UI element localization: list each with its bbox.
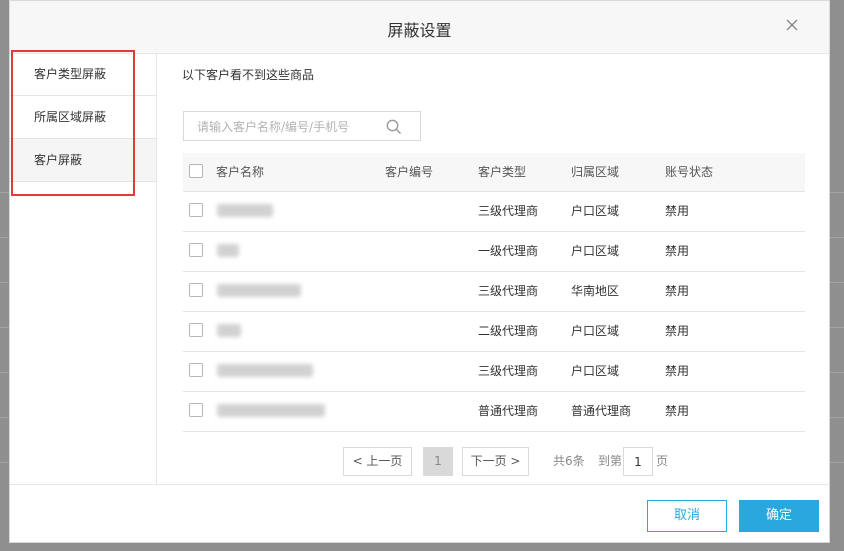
customer-region: 户口区域 <box>571 324 620 338</box>
blurred-customer-name <box>217 324 241 337</box>
customer-table: 客户名称 客户编号 客户类型 归属区域 账号状态 三级代理商 户口区域 禁用 一… <box>183 153 805 432</box>
account-status: 禁用 <box>665 284 690 298</box>
dialog-footer: 取消 确定 <box>10 484 829 543</box>
select-all-checkbox[interactable] <box>189 164 203 178</box>
close-icon[interactable] <box>785 18 799 32</box>
shield-settings-dialog: 屏蔽设置 客户类型屏蔽 所属区域屏蔽 客户屏蔽 以下客户看不到这些商品 客户名称… <box>9 0 830 543</box>
goto-label: 到第 <box>598 454 623 468</box>
table-row: 一级代理商 户口区域 禁用 <box>183 232 805 272</box>
page-unit-label: 页 <box>656 454 669 468</box>
search-input[interactable] <box>195 113 389 141</box>
row-checkbox[interactable] <box>189 363 203 377</box>
sidebar-item-region[interactable]: 所属区域屏蔽 <box>10 96 156 139</box>
account-status: 禁用 <box>665 204 690 218</box>
table-row: 三级代理商 华南地区 禁用 <box>183 272 805 312</box>
blurred-customer-name <box>217 364 313 377</box>
customer-type: 二级代理商 <box>478 324 539 338</box>
customer-region: 华南地区 <box>571 284 620 298</box>
table-row: 普通代理商 普通代理商 禁用 <box>183 392 805 432</box>
main-content: 以下客户看不到这些商品 客户名称 客户编号 客户类型 归属区域 账号状态 三级代… <box>182 53 807 484</box>
cancel-button[interactable]: 取消 <box>647 500 727 532</box>
total-count: 共6条 <box>553 454 585 468</box>
prev-page-button[interactable]: < 上一页 <box>343 447 412 476</box>
blurred-customer-name <box>217 244 239 257</box>
goto-page-input[interactable] <box>623 447 653 476</box>
column-header: 客户编号 <box>385 165 434 179</box>
table-header: 客户名称 客户编号 客户类型 归属区域 账号状态 <box>183 153 805 192</box>
table-row: 三级代理商 户口区域 禁用 <box>183 352 805 392</box>
customer-type: 普通代理商 <box>478 404 539 418</box>
sidebar-item-customer-type[interactable]: 客户类型屏蔽 <box>10 53 156 96</box>
column-header: 归属区域 <box>571 165 620 179</box>
customer-region: 普通代理商 <box>571 404 632 418</box>
sidebar: 客户类型屏蔽 所属区域屏蔽 客户屏蔽 <box>10 53 157 484</box>
row-checkbox[interactable] <box>189 243 203 257</box>
pagination: < 上一页 1 下一页 > 共6条 到第 页 <box>182 447 807 477</box>
customer-region: 户口区域 <box>571 204 620 218</box>
column-header: 账号状态 <box>665 165 714 179</box>
column-header: 客户类型 <box>478 165 527 179</box>
row-checkbox[interactable] <box>189 323 203 337</box>
search-box <box>183 111 421 141</box>
customer-type: 三级代理商 <box>478 204 539 218</box>
hint-text: 以下客户看不到这些商品 <box>182 68 315 82</box>
next-page-button[interactable]: 下一页 > <box>462 447 529 476</box>
sidebar-item-customer[interactable]: 客户屏蔽 <box>10 139 156 182</box>
page-number-button[interactable]: 1 <box>423 447 453 476</box>
table-row: 三级代理商 户口区域 禁用 <box>183 192 805 232</box>
row-checkbox[interactable] <box>189 203 203 217</box>
row-checkbox[interactable] <box>189 283 203 297</box>
account-status: 禁用 <box>665 404 690 418</box>
row-checkbox[interactable] <box>189 403 203 417</box>
confirm-button[interactable]: 确定 <box>739 500 819 532</box>
customer-region: 户口区域 <box>571 364 620 378</box>
account-status: 禁用 <box>665 324 690 338</box>
customer-type: 三级代理商 <box>478 284 539 298</box>
blurred-customer-name <box>217 204 273 217</box>
dialog-title: 屏蔽设置 <box>387 21 452 40</box>
table-row: 二级代理商 户口区域 禁用 <box>183 312 805 352</box>
blurred-customer-name <box>217 404 325 417</box>
dialog-header: 屏蔽设置 <box>10 1 829 54</box>
account-status: 禁用 <box>665 364 690 378</box>
column-header: 客户名称 <box>216 165 265 179</box>
account-status: 禁用 <box>665 244 690 258</box>
blurred-customer-name <box>217 284 301 297</box>
customer-type: 三级代理商 <box>478 364 539 378</box>
customer-region: 户口区域 <box>571 244 620 258</box>
search-icon[interactable] <box>386 119 402 135</box>
customer-type: 一级代理商 <box>478 244 539 258</box>
